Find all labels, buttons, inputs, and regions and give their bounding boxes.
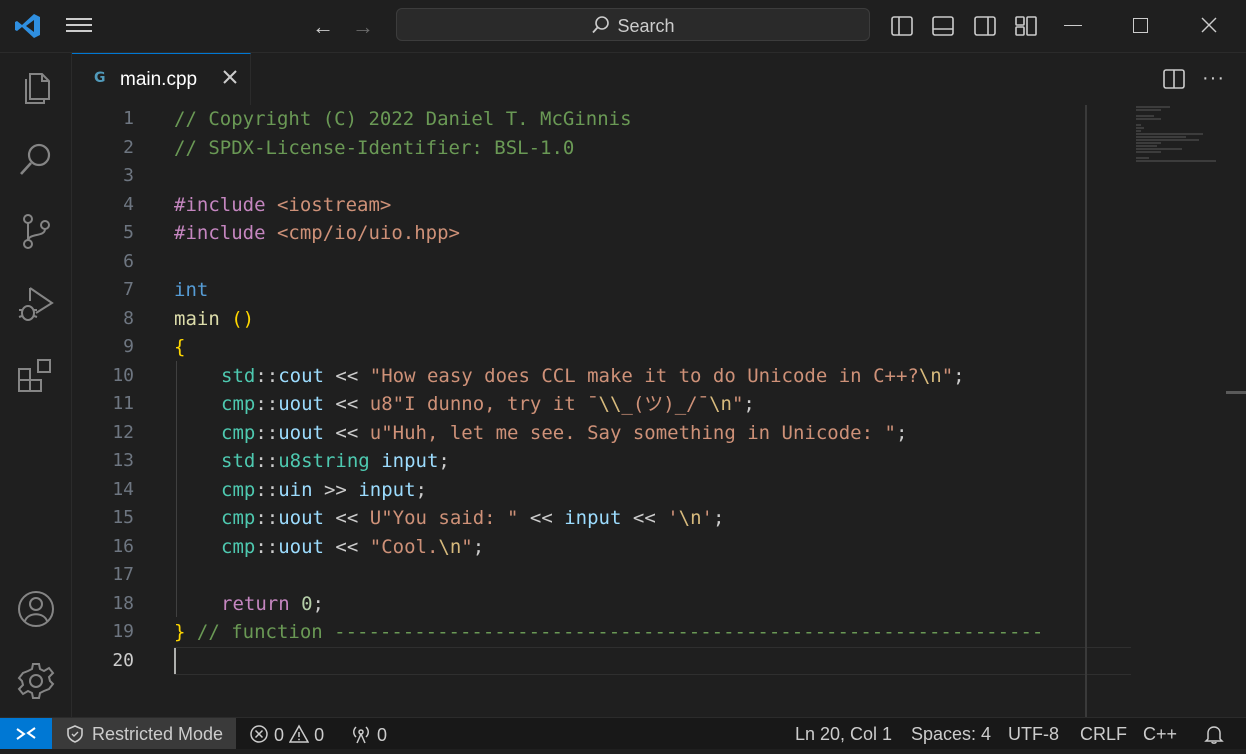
code-line[interactable]: { xyxy=(174,333,1114,362)
warning-count: 0 xyxy=(314,725,325,745)
run-debug-icon[interactable] xyxy=(16,283,56,323)
code-line[interactable]: cmp::uin >> input; xyxy=(174,476,1114,505)
problems-indicator[interactable]: 0 0 xyxy=(249,724,324,746)
account-icon[interactable] xyxy=(16,589,56,629)
toggle-primary-sidebar-icon[interactable] xyxy=(890,14,914,38)
warning-icon xyxy=(289,724,310,743)
code-line[interactable]: cmp::uout << U"You said: " << input << '… xyxy=(174,504,1114,533)
broadcast-icon xyxy=(353,726,369,744)
line-number: 10 xyxy=(112,364,134,386)
search-icon xyxy=(592,16,610,34)
restricted-mode-label: Restricted Mode xyxy=(92,724,224,744)
customize-layout-icon[interactable] xyxy=(1014,14,1038,38)
language-mode-selector[interactable]: C++ xyxy=(1143,724,1177,745)
encoding-selector[interactable]: UTF-8 xyxy=(1008,724,1059,745)
line-number-gutter: 1 2 3 4 5 6 7 8 9 10 11 12 13 14 15 16 1… xyxy=(72,105,144,675)
maximize-icon[interactable] xyxy=(1133,18,1148,33)
ports-count: 0 xyxy=(377,725,388,745)
tab-main-cpp[interactable]: G main.cpp xyxy=(72,53,251,105)
code-lines[interactable]: // Copyright (C) 2022 Daniel T. McGinnis… xyxy=(174,105,1131,675)
code-line[interactable]: // Copyright (C) 2022 Daniel T. McGinnis xyxy=(174,105,1114,134)
code-line[interactable]: cmp::uout << u8"I dunno, try it ¯\\_(ツ)_… xyxy=(174,390,1114,419)
forward-arrow-icon[interactable]: → xyxy=(352,14,374,40)
code-line[interactable]: std::u8string input; xyxy=(174,447,1114,476)
line-number: 19 xyxy=(112,621,134,642)
line-number: 16 xyxy=(112,535,134,557)
code-line[interactable]: cmp::uout << "Cool.\n"; xyxy=(174,533,1114,562)
title-bar: ← → Search xyxy=(0,0,1246,53)
indentation-selector[interactable]: Spaces: 4 xyxy=(911,724,991,745)
vscode-logo-icon xyxy=(15,14,40,38)
notifications-bell-icon[interactable] xyxy=(1204,724,1224,744)
line-number: 2 xyxy=(123,136,134,158)
line-number: 12 xyxy=(112,421,134,443)
remote-icon xyxy=(16,727,36,740)
activity-bar xyxy=(0,53,72,717)
line-number: 1 xyxy=(123,108,134,129)
line-number: 8 xyxy=(123,307,134,329)
source-control-icon[interactable] xyxy=(16,211,56,251)
code-line[interactable]: ​ xyxy=(174,561,1114,590)
scrollbar-position-marker[interactable] xyxy=(1226,391,1246,394)
line-number: 4 xyxy=(123,193,134,215)
vertical-ruler xyxy=(1085,105,1087,717)
line-number: 7 xyxy=(123,279,134,300)
error-count: 0 xyxy=(274,725,285,745)
line-number: 17 xyxy=(112,564,134,585)
line-number: 15 xyxy=(112,507,134,528)
cursor-position[interactable]: Ln 20, Col 1 xyxy=(795,724,892,745)
code-line[interactable]: // SPDX-License-Identifier: BSL-1.0 xyxy=(174,134,1114,163)
text-cursor xyxy=(174,648,176,674)
command-center-search[interactable]: Search xyxy=(396,8,870,41)
back-arrow-icon[interactable]: ← xyxy=(312,14,334,40)
code-line[interactable]: return 0; xyxy=(174,590,1114,619)
shield-icon xyxy=(67,725,83,743)
code-line[interactable]: std::cout << "How easy does CCL make it … xyxy=(174,362,1114,391)
code-line[interactable]: ​ xyxy=(174,162,1114,191)
line-ending-selector[interactable]: CRLF xyxy=(1080,724,1127,745)
split-editor-icon[interactable] xyxy=(1162,67,1186,91)
search-label: Search xyxy=(617,16,675,36)
close-window-icon[interactable] xyxy=(1198,14,1220,36)
toggle-secondary-sidebar-icon[interactable] xyxy=(973,14,997,38)
extensions-icon[interactable] xyxy=(16,355,56,395)
tab-label: main.cpp xyxy=(120,69,198,90)
code-line[interactable]: int xyxy=(174,276,1114,305)
more-actions-icon[interactable]: ··· xyxy=(1202,67,1225,90)
minimize-icon[interactable] xyxy=(1064,25,1082,26)
settings-gear-icon[interactable] xyxy=(16,661,56,701)
code-editor[interactable]: 1 2 3 4 5 6 7 8 9 10 11 12 13 14 15 16 1… xyxy=(72,105,1246,717)
code-line[interactable]: } // function --------------------------… xyxy=(174,618,1114,647)
line-number: 3 xyxy=(123,165,134,186)
line-number: 6 xyxy=(123,250,134,272)
code-line[interactable]: #include <iostream> xyxy=(174,191,1114,220)
hamburger-menu-icon[interactable] xyxy=(66,14,96,38)
code-line[interactable]: main () xyxy=(174,305,1114,334)
code-line[interactable]: ​ xyxy=(174,248,1114,277)
code-line[interactable]: #include <cmp/io/uio.hpp> xyxy=(174,219,1114,248)
line-number: 5 xyxy=(123,222,134,243)
line-number-current: 20 xyxy=(112,649,134,671)
cpp-file-icon: G xyxy=(94,70,106,86)
toggle-panel-icon[interactable] xyxy=(931,14,955,38)
remote-indicator[interactable] xyxy=(0,718,52,749)
line-number: 14 xyxy=(112,478,134,500)
restricted-mode-indicator[interactable]: Restricted Mode xyxy=(52,718,236,749)
line-number: 11 xyxy=(112,393,134,414)
explorer-icon[interactable] xyxy=(16,69,56,109)
code-line[interactable]: cmp::uout << u"Huh, let me see. Say some… xyxy=(174,419,1114,448)
ports-indicator[interactable]: 0 xyxy=(350,724,387,746)
editor-tab-bar: G main.cpp ··· xyxy=(72,53,1246,106)
line-number: 9 xyxy=(123,336,134,357)
error-icon xyxy=(250,725,268,743)
line-number: 13 xyxy=(112,450,134,471)
search-activity-icon[interactable] xyxy=(16,139,56,179)
close-tab-icon[interactable] xyxy=(220,67,240,87)
code-line[interactable]: ​ xyxy=(174,646,1131,675)
status-bar: Restricted Mode 0 0 0 Ln 20, Col 1 Space… xyxy=(0,717,1246,749)
line-number: 18 xyxy=(112,592,134,614)
minimap[interactable] xyxy=(1136,105,1220,162)
